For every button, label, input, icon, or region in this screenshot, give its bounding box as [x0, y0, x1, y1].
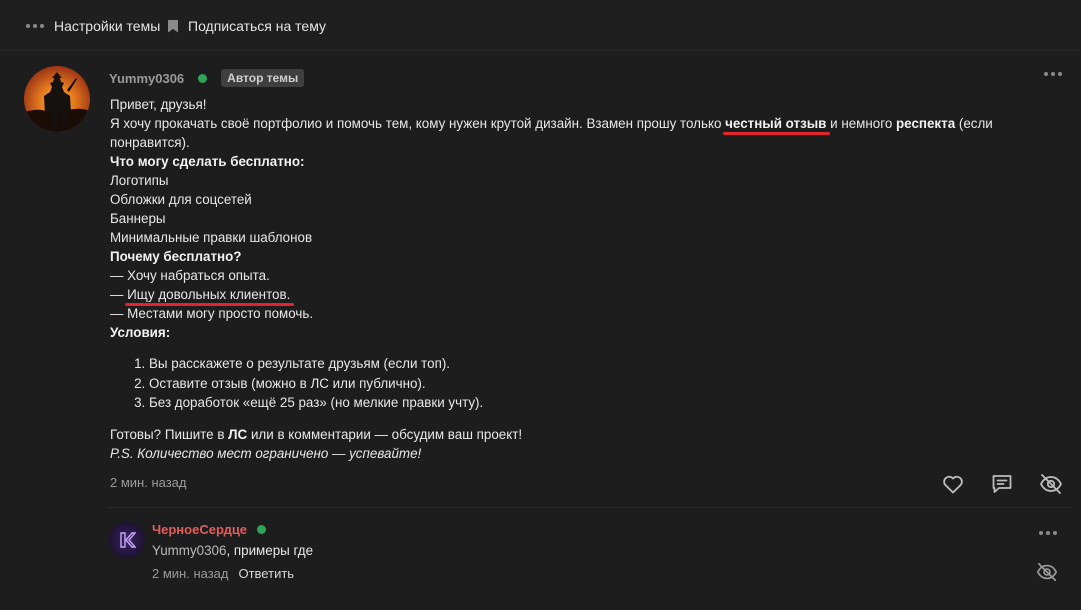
heart-icon[interactable] [941, 472, 965, 496]
forum-post: Yummy0306 Автор темы Привет, друзья! Я х… [0, 52, 1081, 610]
happy-clients-text: Ищу довольных клиентов. [127, 287, 291, 302]
reply-avatar-logo-icon [120, 532, 136, 548]
free-service-item: Баннеры [110, 211, 166, 226]
post-author-name[interactable]: Yummy0306 [109, 71, 184, 86]
respect-text: респекта [896, 116, 956, 131]
post-author-row: Yummy0306 Автор темы [109, 68, 305, 88]
eye-off-icon[interactable] [1039, 472, 1063, 496]
call-to-action: Готовы? Пишите в ЛС или в комментарии — … [110, 426, 523, 442]
reply-timestamp: 2 мин. назад [152, 566, 229, 581]
eye-off-icon[interactable] [1036, 561, 1058, 583]
free-services-heading: Что могу сделать бесплатно: [110, 154, 305, 169]
samurai-avatar-image [24, 72, 90, 132]
reply-author-row: ЧерноеСердце [152, 520, 267, 538]
reason-line: — Ищу довольных клиентов. [110, 287, 291, 302]
reason-line: — Хочу набраться опыта. [110, 268, 270, 283]
topic-settings-button[interactable]: Настройки темы [26, 16, 160, 36]
more-horizontal-icon [1039, 531, 1043, 535]
conditions-list: Вы расскажете о результате друзьям (если… [149, 354, 1030, 413]
honest-review-text: честный отзыв [725, 116, 827, 131]
topic-author-badge: Автор темы [221, 69, 305, 87]
conditions-heading: Условия: [110, 325, 171, 340]
subscribe-topic-button[interactable]: Подписаться на тему [168, 16, 326, 36]
bookmark-icon [168, 19, 178, 33]
condition-item: Оставите отзыв (можно в ЛС или публично)… [149, 374, 1030, 394]
subscribe-topic-label: Подписаться на тему [188, 18, 326, 34]
topic-toolbar: Настройки темы Подписаться на тему [0, 0, 1081, 51]
condition-item: Без доработок «ещё 25 раз» (но мелкие пр… [149, 393, 1030, 413]
avatar[interactable] [24, 66, 90, 132]
reply-meta: 2 мин. назад Ответить [152, 566, 294, 581]
post-content: Привет, друзья! Я хочу прокачать своё по… [110, 95, 1030, 463]
reason-line: — Местами могу просто помочь. [110, 306, 314, 321]
more-horizontal-icon [26, 24, 44, 28]
reply-options-button[interactable] [1039, 531, 1057, 535]
condition-item: Вы расскажете о результате друзьям (если… [149, 354, 1030, 374]
post-options-button[interactable] [1044, 72, 1062, 76]
postscript: P.S. Количество мест ограничено — успева… [110, 445, 422, 461]
why-free-heading: Почему бесплатно? [110, 249, 242, 264]
reply-divider [108, 507, 1073, 508]
topic-settings-label: Настройки темы [54, 18, 161, 34]
greeting-line: Привет, друзья! [110, 97, 207, 112]
reply-button[interactable]: Ответить [238, 566, 294, 581]
online-status-indicator [198, 73, 208, 83]
reply-text: Yummy0306, примеры где [152, 543, 314, 558]
free-service-item: Минимальные правки шаблонов [110, 230, 313, 245]
reply-avatar[interactable] [109, 522, 145, 558]
more-horizontal-icon [1044, 72, 1048, 76]
online-status-indicator [257, 524, 267, 534]
post-timestamp: 2 мин. назад [110, 475, 187, 490]
comment-icon[interactable] [990, 472, 1014, 496]
reply-author-name[interactable]: ЧерноеСердце [152, 522, 247, 537]
free-service-item: Логотипы [110, 173, 169, 188]
free-service-item: Обложки для соцсетей [110, 192, 252, 207]
mention-link[interactable]: Yummy0306 [152, 543, 226, 558]
intro-paragraph: Я хочу прокачать своё портфолио и помочь… [110, 116, 993, 150]
